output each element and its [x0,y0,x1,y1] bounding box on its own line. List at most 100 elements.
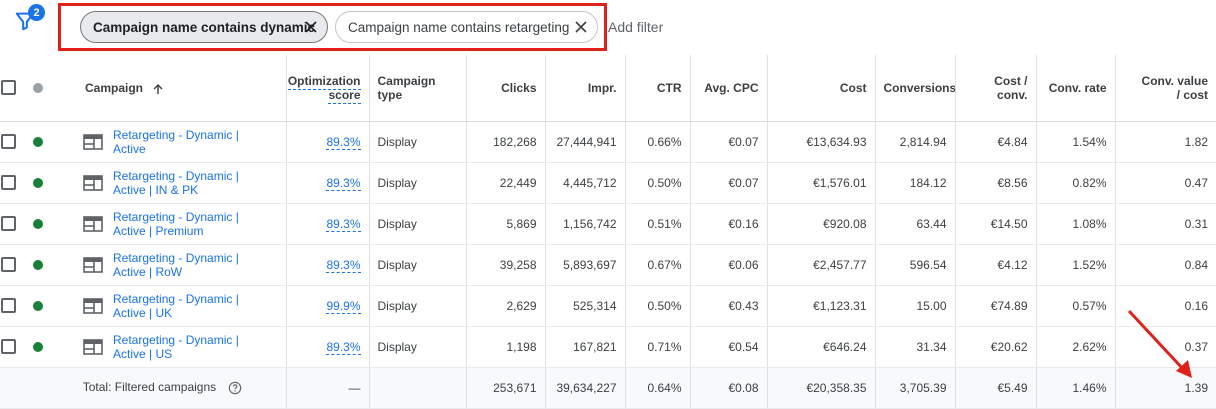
column-header-cost[interactable]: Cost [767,55,876,122]
display-campaign-icon [83,256,103,273]
column-header-cost-per-conv[interactable]: Cost / conv. [955,55,1037,122]
filter-count-badge: 2 [28,4,45,21]
total-cost-per-conv: €5.49 [955,367,1037,409]
table-row: Retargeting - Dynamic | Active | Premium 8… [0,203,1216,245]
conversions-cell: 596.54 [875,244,956,286]
total-conv-rate: 1.46% [1036,367,1116,409]
impr-cell: 167,821 [545,326,626,368]
optimization-score-link[interactable]: 89.3% [326,339,361,355]
display-campaign-icon [83,133,103,150]
conv-value-cost-cell: 1.82 [1115,121,1216,163]
row-checkbox[interactable] [1,298,16,313]
ctr-cell: 0.67% [625,244,691,286]
row-checkbox[interactable] [1,216,16,231]
cost-cell: €2,457.77 [767,244,876,286]
add-filter-button[interactable]: Add filter [608,19,663,35]
conversions-cell: 184.12 [875,162,956,204]
optimization-score-link[interactable]: 89.3% [326,257,361,273]
display-campaign-icon [83,297,103,314]
help-icon[interactable] [228,381,242,395]
column-header-conversions[interactable]: Conversions [875,55,956,122]
status-enabled-dot[interactable] [33,136,43,147]
campaign-name-link[interactable]: Retargeting - Dynamic | Active | IN & PK [113,169,263,197]
ctr-cell: 0.50% [625,285,691,327]
clicks-cell: 22,449 [466,162,546,204]
column-header-impr[interactable]: Impr. [545,55,626,122]
row-checkbox[interactable] [1,257,16,272]
optimization-score-link[interactable]: 99.9% [326,298,361,314]
campaign-name-link[interactable]: Retargeting - Dynamic | Active [113,128,263,156]
cost-cell: €646.24 [767,326,876,368]
impr-cell: 27,444,941 [545,121,626,163]
total-opt-score: — [286,367,370,409]
conv-rate-cell: 1.52% [1036,244,1116,286]
table-row: Retargeting - Dynamic | Active 89.3% Displa… [0,121,1216,163]
total-clicks: 253,671 [466,367,546,409]
impr-cell: 4,445,712 [545,162,626,204]
status-enabled-dot[interactable] [33,300,43,311]
row-checkbox[interactable] [1,339,16,354]
total-label: Total: Filtered campaigns [82,380,217,395]
campaign-name-link[interactable]: Retargeting - Dynamic | Active | RoW [113,251,263,279]
column-header-ctr[interactable]: CTR [625,55,691,122]
avg-cpc-cell: €0.43 [690,285,768,327]
avg-cpc-cell: €0.07 [690,162,768,204]
table-row: Retargeting - Dynamic | Active | IN & PK 8… [0,162,1216,204]
status-header-dot[interactable] [33,82,43,93]
status-enabled-dot[interactable] [33,218,43,229]
avg-cpc-cell: €0.54 [690,326,768,368]
ctr-cell: 0.66% [625,121,691,163]
conversions-cell: 63.44 [875,203,956,245]
conversions-cell: 31.34 [875,326,956,368]
column-header-conv-value-cost[interactable]: Conv. value / cost [1115,55,1216,122]
campaign-type-cell: Display [369,285,467,327]
campaign-type-cell: Display [369,244,467,286]
column-header-conv-rate[interactable]: Conv. rate [1036,55,1116,122]
campaign-type-cell: Display [369,326,467,368]
conv-value-cost-cell: 0.16 [1115,285,1216,327]
conv-rate-cell: 1.08% [1036,203,1116,245]
cost-cell: €920.08 [767,203,876,245]
column-header-avg-cpc[interactable]: Avg. CPC [690,55,768,122]
cost-per-conv-cell: €14.50 [955,203,1037,245]
campaign-type-cell: Display [369,203,467,245]
display-campaign-icon [83,215,103,232]
avg-cpc-cell: €0.07 [690,121,768,163]
impr-cell: 5,893,697 [545,244,626,286]
campaign-name-link[interactable]: Retargeting - Dynamic | Active | US [113,333,263,361]
campaign-name-link[interactable]: Retargeting - Dynamic | Active | Premium [113,210,263,238]
status-enabled-dot[interactable] [33,259,43,270]
filter-bar: 2 Campaign name contains dynamic Campaig… [0,0,1216,55]
cost-per-conv-cell: €4.84 [955,121,1037,163]
impr-cell: 1,156,742 [545,203,626,245]
select-all-checkbox[interactable] [1,80,16,96]
status-enabled-dot[interactable] [33,177,43,188]
optimization-score-link[interactable]: 89.3% [326,216,361,232]
table-row: Retargeting - Dynamic | Active | US 89.3% D… [0,326,1216,368]
row-checkbox[interactable] [1,134,16,149]
conv-value-cost-cell: 0.37 [1115,326,1216,368]
column-header-optimization-score[interactable]: Optimization score [286,55,370,122]
clicks-cell: 39,258 [466,244,546,286]
campaign-type-cell: Display [369,121,467,163]
row-checkbox[interactable] [1,175,16,190]
clicks-cell: 182,268 [466,121,546,163]
status-enabled-dot[interactable] [33,341,43,352]
table-row: Retargeting - Dynamic | Active | UK 99.9% D… [0,285,1216,327]
column-header-campaign[interactable]: Campaign [77,55,287,122]
display-campaign-icon [83,338,103,355]
total-cost: €20,358.35 [767,367,876,409]
cost-per-conv-cell: €8.56 [955,162,1037,204]
display-campaign-icon [83,174,103,191]
column-header-campaign-type[interactable]: Campaign type [369,55,467,122]
conversions-cell: 15.00 [875,285,956,327]
optimization-score-link[interactable]: 89.3% [326,134,361,150]
clicks-cell: 1,198 [466,326,546,368]
campaign-name-link[interactable]: Retargeting - Dynamic | Active | UK [113,292,263,320]
table-row: Retargeting - Dynamic | Active | RoW 89.3%… [0,244,1216,286]
total-row: Total: Filtered campaigns — 253,671 39,6… [0,367,1216,409]
total-ctr: 0.64% [625,367,691,409]
optimization-score-link[interactable]: 89.3% [326,175,361,191]
ctr-cell: 0.51% [625,203,691,245]
column-header-clicks[interactable]: Clicks [466,55,546,122]
